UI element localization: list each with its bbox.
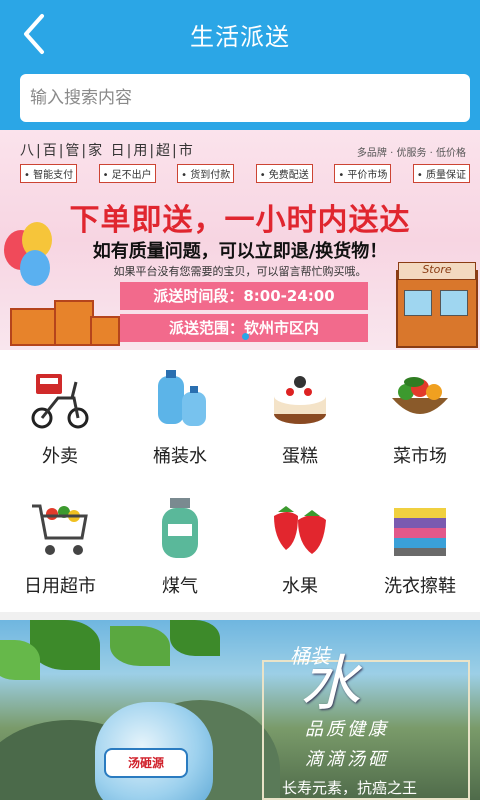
- app-header: 生活派送: [0, 0, 480, 130]
- search-input[interactable]: [20, 74, 470, 122]
- leaf-decoration: [30, 620, 100, 670]
- category-label: 水果: [282, 576, 318, 597]
- promo-water: 水: [300, 649, 360, 719]
- banner-tag: • 免费配送: [255, 164, 313, 183]
- bottle-label: 汤砸源: [104, 748, 188, 778]
- category-label: 洗衣擦鞋: [384, 576, 456, 597]
- promo-banner[interactable]: 八|百|管|家 日|用|超|市 多品牌 · 优服务 · 低价格 • 智能支付 •…: [0, 130, 480, 350]
- vegetable-basket-icon: [392, 377, 448, 414]
- gift-box-icon: [54, 300, 94, 346]
- page-title: 生活派送: [190, 23, 290, 51]
- banner-tags: • 智能支付 • 足不出户 • 货到付款 • 免费配送 • 平价市场 • 质量保…: [20, 164, 470, 183]
- category-label: 日用超市: [24, 576, 96, 597]
- cake-icon: [274, 376, 326, 424]
- folded-clothes-icon: [394, 508, 446, 556]
- banner-subheadline: 如有质量问题，可以立即退/换货物！: [92, 241, 388, 262]
- banner-tag: • 质量保证: [412, 164, 470, 183]
- promo-line1: 品质健康: [305, 719, 389, 740]
- leaf-decoration: [170, 620, 220, 656]
- category-grid: 外卖 桶装水 蛋糕 菜市场 日用超市 煤气 水果 洗衣擦鞋: [0, 350, 480, 612]
- gas-cylinder-icon: [162, 498, 198, 558]
- banner-tag: • 智能支付: [20, 164, 78, 183]
- category-label: 外卖: [42, 446, 78, 467]
- category-supermarket[interactable]: 日用超市: [0, 480, 120, 610]
- water-bottle-icon: [158, 370, 206, 426]
- promo-line3: 长寿元素，抗癌之王: [282, 779, 418, 797]
- strawberry-icon: [274, 506, 326, 554]
- banner-headline: 下单即送，一小时内送达: [69, 203, 411, 238]
- delivery-time: 派送时间段：8:00-24:00: [120, 282, 368, 310]
- store-sign: Store: [398, 262, 476, 280]
- category-label: 菜市场: [393, 446, 447, 467]
- category-takeout[interactable]: 外卖: [0, 350, 120, 480]
- banner-slogan: 多品牌 · 优服务 · 低价格: [356, 148, 466, 159]
- banner-tag: • 货到付款: [177, 164, 235, 183]
- category-label: 蛋糕: [282, 446, 318, 467]
- shopping-cart-icon: [32, 504, 88, 555]
- category-label: 煤气: [162, 576, 198, 597]
- category-gas[interactable]: 煤气: [120, 480, 240, 610]
- category-fruit[interactable]: 水果: [240, 480, 360, 610]
- promo-line2: 滴滴汤砸: [305, 749, 389, 770]
- category-laundry[interactable]: 洗衣擦鞋: [360, 480, 480, 610]
- banner-brand: 八|百|管|家 日|用|超|市: [20, 143, 195, 159]
- gift-box-icon: [90, 316, 120, 346]
- category-bottled-water[interactable]: 桶装水: [120, 350, 240, 480]
- store-window: [440, 290, 468, 316]
- category-vegetable-market[interactable]: 菜市场: [360, 350, 480, 480]
- store-window: [404, 290, 432, 316]
- delivery-scooter-icon: [31, 374, 89, 429]
- leaf-decoration: [110, 626, 170, 666]
- carousel-indicator[interactable]: [242, 333, 249, 340]
- banner-tag: • 平价市场: [334, 164, 392, 183]
- banner-tag: • 足不出户: [98, 164, 156, 183]
- category-cake[interactable]: 蛋糕: [240, 350, 360, 480]
- gift-box-icon: [10, 308, 56, 346]
- water-promo-banner[interactable]: 汤砸源 桶装 水 品质健康 滴滴汤砸 长寿元素，抗癌之王: [0, 620, 480, 800]
- category-label: 桶装水: [153, 446, 207, 467]
